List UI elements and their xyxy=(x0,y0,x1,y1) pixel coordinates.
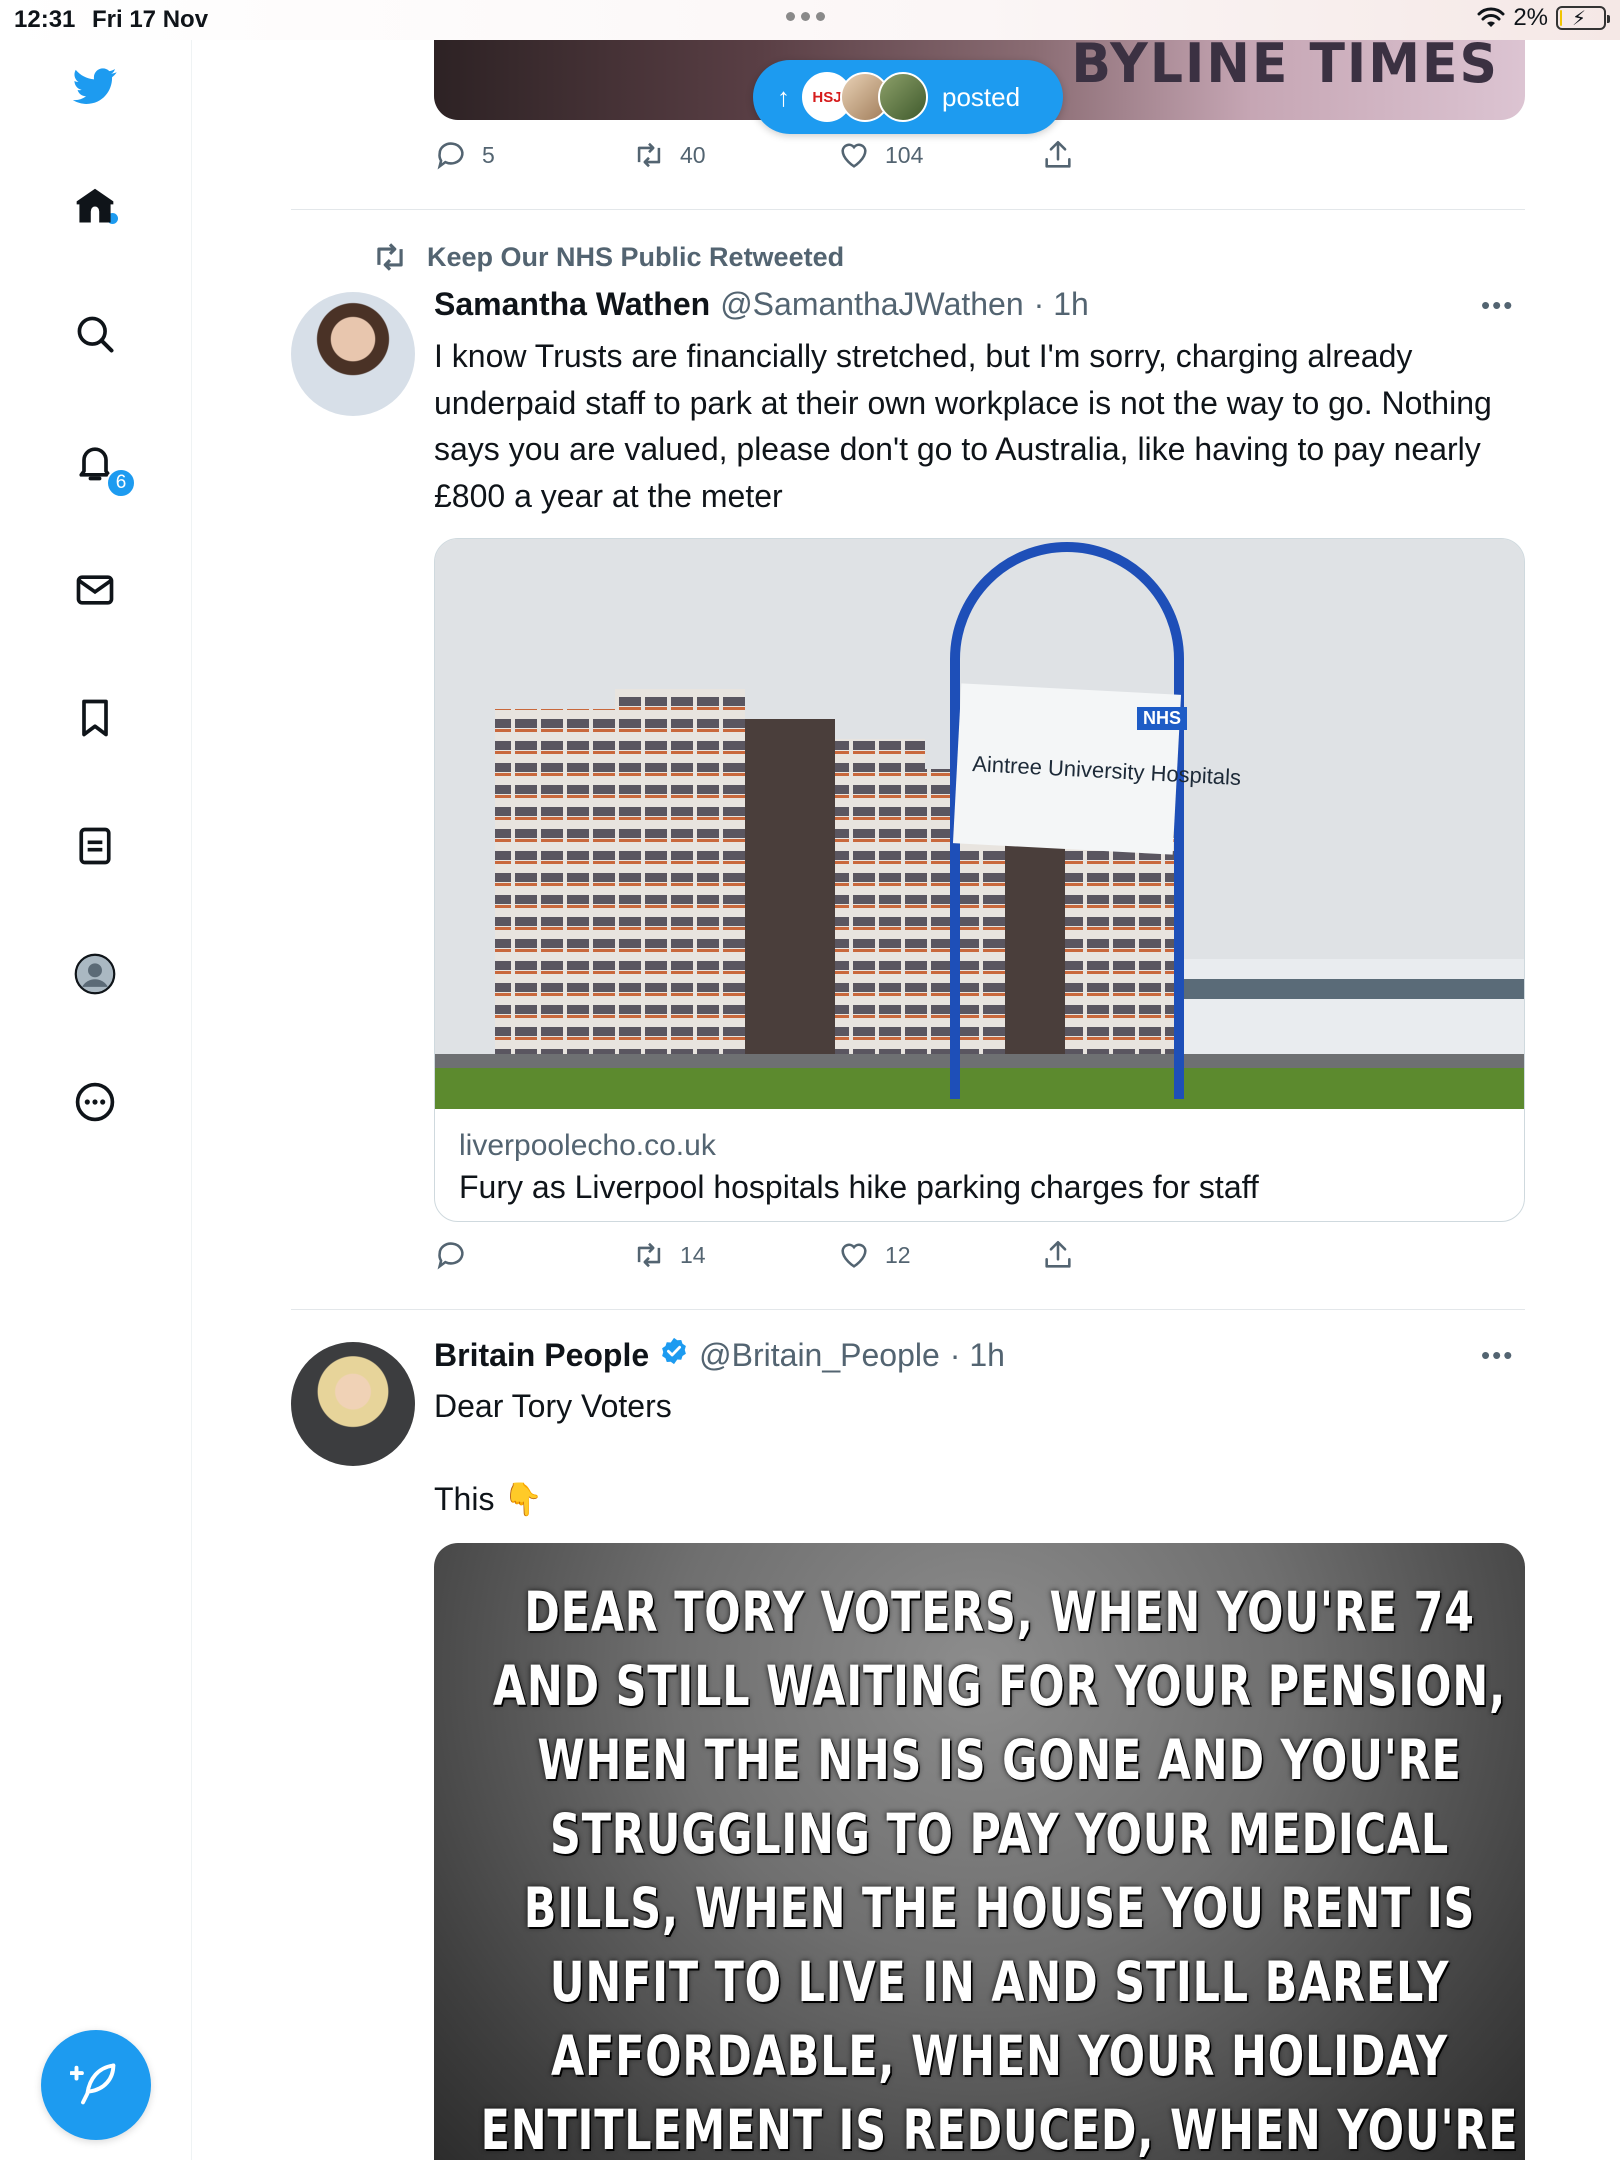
retweet-icon xyxy=(377,243,403,271)
sidebar: 6 xyxy=(0,40,192,2160)
author-name[interactable]: Britain People xyxy=(434,1337,649,1374)
like-count: 12 xyxy=(885,1241,911,1268)
compose-feather-icon xyxy=(70,2063,116,2105)
retweet-button[interactable]: 14 xyxy=(632,1238,837,1272)
arrow-up-icon: ↑ xyxy=(777,81,790,112)
tweet-header: Britain People @Britain_People · 1h xyxy=(434,1336,1005,1374)
previous-tweet-actions: 5 40 104 xyxy=(434,138,1075,172)
lists-icon[interactable] xyxy=(71,822,119,870)
tweet-header: Samantha Wathen @SamanthaJWathen · 1h xyxy=(434,286,1089,323)
retweet-button[interactable]: 40 xyxy=(632,138,837,172)
hospital-photo xyxy=(435,539,1524,1109)
tweet-divider xyxy=(291,209,1525,210)
status-time: 12:31 xyxy=(14,6,76,33)
verified-badge-icon xyxy=(662,1337,687,1365)
share-icon xyxy=(1045,140,1071,168)
retweet-context[interactable]: Keep Our NHS Public Retweeted xyxy=(371,238,844,276)
battery-percent: 2% xyxy=(1513,4,1548,31)
wifi-icon xyxy=(1477,7,1505,27)
tweet-image[interactable]: DEAR TORY VOTERS, WHEN YOU'RE 74 AND STI… xyxy=(434,1543,1525,2160)
retweet-count: 14 xyxy=(680,1241,706,1268)
retweet-icon xyxy=(637,142,661,168)
status-date: Fri 17 Nov xyxy=(92,6,209,33)
share-button[interactable] xyxy=(1041,1238,1075,1272)
retweet-icon xyxy=(637,1242,661,1268)
heart-icon xyxy=(841,143,867,168)
avatar[interactable] xyxy=(291,1342,415,1466)
tweet-text-line: Dear Tory Voters xyxy=(434,1388,672,1424)
bookmark-icon[interactable] xyxy=(71,694,119,742)
mail-icon[interactable] xyxy=(71,566,119,614)
more-options-icon[interactable]: ••• xyxy=(1481,1340,1514,1371)
author-handle[interactable]: @SamanthaJWathen xyxy=(720,286,1023,323)
link-card-image: NHS Aintree University Hospitals xyxy=(435,539,1524,1109)
reply-icon xyxy=(437,142,464,170)
charging-bolt-icon: ⚡ xyxy=(1572,8,1587,30)
card-image-text: BYLINE TIMES xyxy=(1071,40,1499,96)
compose-button[interactable] xyxy=(41,2030,151,2140)
profile-icon[interactable] xyxy=(71,950,119,998)
like-button[interactable]: 12 xyxy=(837,1238,1041,1272)
battery-icon: ⚡ xyxy=(1556,6,1610,30)
like-count: 104 xyxy=(885,141,924,168)
status-right: 2% ⚡ xyxy=(1477,4,1610,32)
tweet-time[interactable]: · 1h xyxy=(1034,286,1089,323)
tweet-text: I know Trusts are financially stretched,… xyxy=(434,338,1501,514)
reply-count: 5 xyxy=(482,141,495,168)
like-button[interactable]: 104 xyxy=(837,138,1041,172)
heart-icon xyxy=(841,1243,867,1268)
tweet-actions: 14 12 xyxy=(434,1238,1075,1272)
notifications-badge: 6 xyxy=(106,468,136,498)
tweet-divider xyxy=(291,1309,1525,1310)
tweet-text-line: This 👇 xyxy=(434,1481,544,1517)
author-handle[interactable]: @Britain_People xyxy=(699,1337,940,1374)
share-button[interactable] xyxy=(1041,138,1075,172)
tweet-time[interactable]: · 1h xyxy=(950,1337,1005,1374)
more-circle-icon[interactable] xyxy=(71,1078,119,1126)
retweet-count: 40 xyxy=(680,141,706,168)
new-posts-label: posted xyxy=(942,81,1021,112)
meme-text: DEAR TORY VOTERS, WHEN YOU'RE 74 AND STI… xyxy=(480,1580,1519,2160)
share-icon xyxy=(1045,1240,1071,1268)
retweeted-by-label: Keep Our NHS Public Retweeted xyxy=(427,241,845,272)
search-icon[interactable] xyxy=(71,310,119,358)
twitter-bird-icon[interactable] xyxy=(71,62,119,110)
author-name[interactable]: Samantha Wathen xyxy=(434,286,710,323)
link-card-title: Fury as Liverpool hospitals hike parking… xyxy=(459,1169,1259,1205)
home-icon[interactable] xyxy=(71,182,119,230)
new-posts-pill[interactable]: ↑ HSJ posted xyxy=(753,60,1063,134)
pill-avatar xyxy=(878,72,928,122)
reply-button[interactable]: 5 xyxy=(434,138,632,172)
avatar[interactable] xyxy=(291,292,415,416)
reply-icon xyxy=(437,1242,464,1270)
more-options-icon[interactable]: ••• xyxy=(1481,290,1514,321)
reply-button[interactable] xyxy=(434,1238,632,1272)
link-card[interactable]: NHS Aintree University Hospitals liverpo… xyxy=(434,538,1525,1222)
status-bar: 12:31 Fri 17 Nov 2% ⚡ xyxy=(0,0,1620,40)
link-card-domain: liverpoolecho.co.uk xyxy=(459,1129,716,1162)
nhs-sign-logo: NHS xyxy=(1137,707,1188,730)
battery-level xyxy=(1560,10,1562,26)
timeline-feed[interactable]: BYLINE TIMES ↑ HSJ posted 5 40 104 Keep … xyxy=(193,40,1620,2160)
multitasking-dots-icon[interactable] xyxy=(786,12,825,21)
